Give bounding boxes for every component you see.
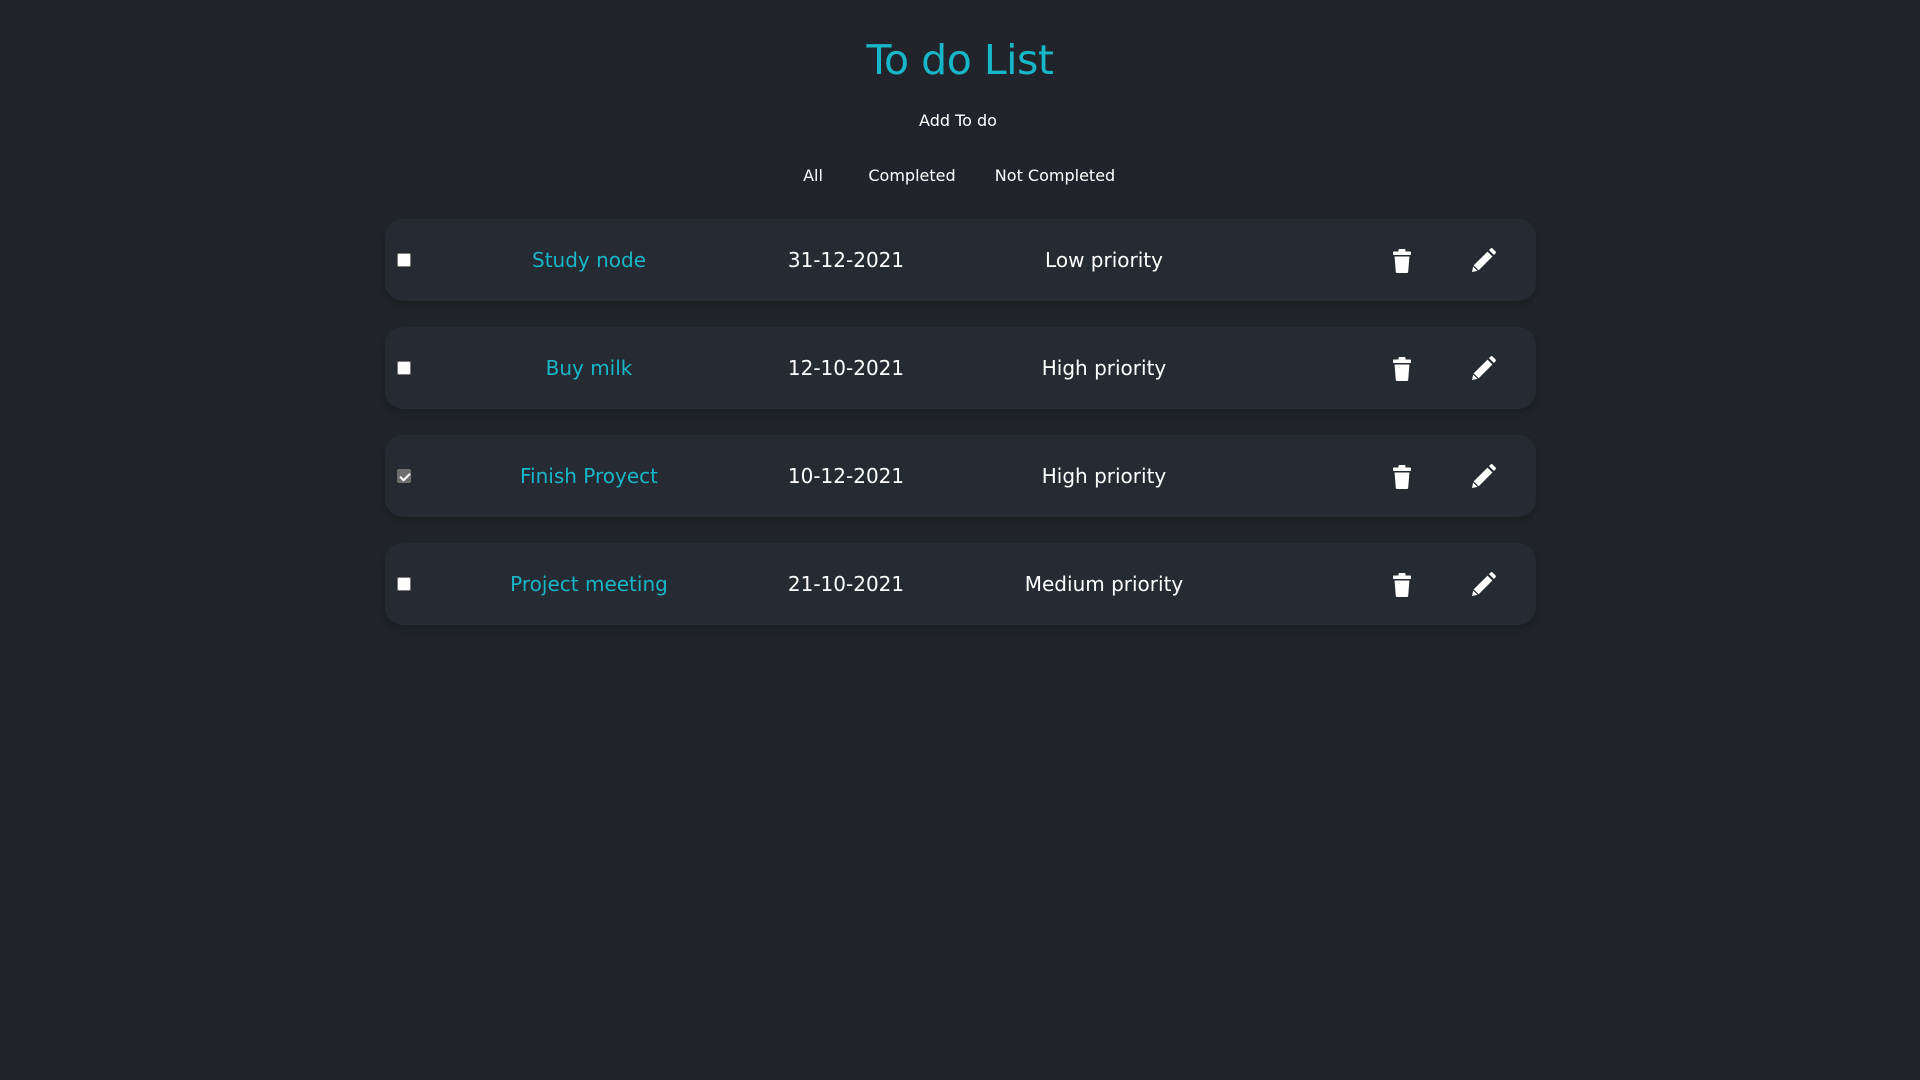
todo-list: Study node 31-12-2021 Low priority Buy m… xyxy=(385,219,1536,651)
pencil-icon[interactable] xyxy=(1470,356,1496,382)
pencil-icon[interactable] xyxy=(1470,248,1496,274)
todo-name: Finish Proyect xyxy=(520,464,658,488)
pencil-icon[interactable] xyxy=(1470,464,1496,490)
todo-checkbox[interactable] xyxy=(397,577,411,591)
todo-checkbox[interactable] xyxy=(397,253,411,267)
todo-name: Buy milk xyxy=(545,356,633,380)
add-todo-button[interactable]: Add To do xyxy=(0,111,1916,130)
todo-date: 10-12-2021 xyxy=(787,464,905,488)
filter-not-completed[interactable]: Not Completed xyxy=(995,166,1115,185)
todo-name: Project meeting xyxy=(510,572,668,596)
todo-date: 21-10-2021 xyxy=(787,572,905,596)
todo-date: 31-12-2021 xyxy=(787,248,905,272)
trash-icon[interactable] xyxy=(1392,572,1418,598)
todo-checkbox[interactable] xyxy=(397,361,411,375)
todo-item: Buy milk 12-10-2021 High priority xyxy=(385,327,1536,409)
todo-priority: High priority xyxy=(1041,356,1167,380)
trash-icon[interactable] xyxy=(1392,248,1418,274)
todo-priority: High priority xyxy=(1041,464,1167,488)
filter-all[interactable]: All xyxy=(803,166,823,185)
todo-app: To do List Add To do All Completed Not C… xyxy=(0,0,1920,1080)
todo-item: Finish Proyect 10-12-2021 High priority xyxy=(385,435,1536,517)
todo-priority: Low priority xyxy=(1045,248,1163,272)
todo-priority: Medium priority xyxy=(1024,572,1184,596)
todo-item: Study node 31-12-2021 Low priority xyxy=(385,219,1536,301)
todo-checkbox[interactable] xyxy=(397,469,411,483)
trash-icon[interactable] xyxy=(1392,464,1418,490)
filter-completed[interactable]: Completed xyxy=(868,166,955,185)
filter-tabs: All Completed Not Completed xyxy=(0,166,1920,190)
todo-item: Project meeting 21-10-2021 Medium priori… xyxy=(385,543,1536,625)
page-title: To do List xyxy=(866,36,1054,84)
todo-date: 12-10-2021 xyxy=(787,356,905,380)
todo-name: Study node xyxy=(531,248,647,272)
pencil-icon[interactable] xyxy=(1470,572,1496,598)
trash-icon[interactable] xyxy=(1392,356,1418,382)
